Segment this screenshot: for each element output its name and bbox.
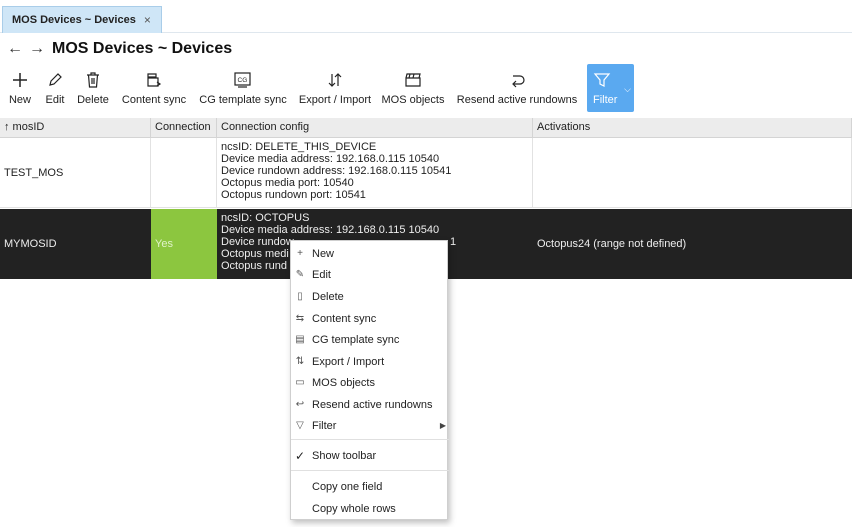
submenu-arrow-icon: ▶ bbox=[439, 421, 446, 430]
menu-item-label: Copy whole rows bbox=[312, 502, 396, 515]
clapperboard-icon: ▭ bbox=[295, 377, 305, 388]
menu-item-label: New bbox=[312, 247, 335, 260]
resend-active-rundowns-button[interactable]: Resend active rundowns bbox=[454, 64, 580, 112]
back-arrow-icon[interactable]: ← bbox=[4, 40, 26, 58]
menu-separator bbox=[291, 439, 449, 440]
plus-icon bbox=[11, 69, 29, 91]
column-header-mosid[interactable]: ↑ mosID bbox=[0, 118, 151, 138]
filter-button[interactable]: Filter ⌵ bbox=[587, 64, 634, 112]
config-line: Device media address: 192.168.0.115 1054… bbox=[221, 153, 440, 165]
config-line: ncsID: OCTOPUS bbox=[221, 212, 310, 224]
trash-icon bbox=[85, 69, 101, 91]
delete-button[interactable]: Delete bbox=[74, 64, 112, 112]
config-line: ncsID: DELETE_THIS_DEVICE bbox=[221, 141, 377, 153]
resend-label: Resend active rundowns bbox=[456, 94, 578, 106]
menu-item-label: Resend active rundowns bbox=[312, 398, 433, 411]
export-import-button[interactable]: Export / Import bbox=[296, 64, 374, 112]
config-line: Octopus media port: 10540 bbox=[221, 177, 354, 189]
menu-separator bbox=[291, 470, 449, 471]
content-sync-icon bbox=[145, 69, 163, 91]
content-sync-label: Content sync bbox=[121, 94, 187, 106]
svg-text:CG: CG bbox=[238, 77, 248, 84]
trash-icon: ▯ bbox=[297, 291, 303, 302]
menu-item-edit[interactable]: ✎ Edit bbox=[291, 264, 449, 285]
mos-objects-label: MOS objects bbox=[381, 94, 445, 106]
column-header-activations[interactable]: Activations bbox=[533, 118, 852, 138]
filter-icon bbox=[593, 69, 611, 91]
filter-icon: ▽ bbox=[296, 420, 304, 431]
menu-item-resend-active-rundowns[interactable]: ↩ Resend active rundowns bbox=[291, 394, 449, 415]
page-title: MOS Devices ~ Devices bbox=[52, 40, 233, 57]
cell-connection-config: ncsID: DELETE_THIS_DEVICE Device media a… bbox=[217, 138, 533, 208]
cg-template-icon: CG bbox=[233, 69, 253, 91]
menu-item-new[interactable]: + New bbox=[291, 243, 449, 264]
tab-label: MOS Devices ~ Devices bbox=[12, 14, 136, 26]
context-menu: + New ✎ Edit ▯ Delete ⇆ Content sync ▤ C… bbox=[290, 240, 449, 520]
cell-mosid: TEST_MOS bbox=[0, 138, 151, 208]
menu-item-label: CG template sync bbox=[312, 333, 400, 346]
clapperboard-icon bbox=[404, 69, 422, 91]
mos-objects-button[interactable]: MOS objects bbox=[379, 64, 447, 112]
plus-icon: + bbox=[297, 248, 303, 259]
export-import-label: Export / Import bbox=[298, 94, 372, 106]
return-arrow-icon: ↩ bbox=[295, 399, 305, 410]
menu-item-label: Copy one field bbox=[312, 480, 383, 493]
cell-connection: Yes bbox=[151, 209, 217, 279]
menu-item-label: Filter bbox=[312, 419, 337, 432]
sort-arrows-icon bbox=[327, 69, 343, 91]
pencil-icon: ✎ bbox=[295, 269, 305, 280]
menu-item-label: Show toolbar bbox=[312, 449, 377, 462]
column-header-connection-config[interactable]: Connection config bbox=[217, 118, 533, 138]
cg-template-sync-label: CG template sync bbox=[199, 94, 287, 106]
new-label: New bbox=[8, 94, 31, 106]
close-icon[interactable]: × bbox=[144, 13, 151, 27]
config-line: Device media address: 192.168.0.115 1054… bbox=[221, 224, 440, 236]
title-bar: ← → MOS Devices ~ Devices bbox=[0, 36, 852, 62]
menu-item-mos-objects[interactable]: ▭ MOS objects bbox=[291, 372, 449, 393]
menu-item-label: Delete bbox=[312, 290, 344, 303]
content-sync-icon: ⇆ bbox=[295, 313, 305, 324]
menu-item-show-toolbar[interactable]: ✓ Show toolbar bbox=[291, 445, 449, 466]
filter-label: Filter bbox=[593, 94, 618, 106]
menu-item-label: Content sync bbox=[312, 312, 377, 325]
menu-item-copy-one-field[interactable]: Copy one field bbox=[291, 476, 449, 497]
menu-item-export-import[interactable]: ⇅ Export / Import bbox=[291, 351, 449, 372]
return-arrow-icon bbox=[508, 69, 526, 91]
checkmark-icon: ✓ bbox=[294, 448, 306, 463]
pencil-icon bbox=[47, 69, 63, 91]
menu-item-content-sync[interactable]: ⇆ Content sync bbox=[291, 308, 449, 329]
new-button[interactable]: New bbox=[6, 64, 34, 112]
cg-template-icon: ▤ bbox=[295, 334, 305, 345]
column-header-connection[interactable]: Connection bbox=[151, 118, 217, 138]
tab-mos-devices[interactable]: MOS Devices ~ Devices × bbox=[2, 6, 162, 33]
edit-label: Edit bbox=[45, 94, 65, 106]
menu-item-label: MOS objects bbox=[312, 376, 375, 389]
menu-item-label: Edit bbox=[312, 268, 331, 281]
cell-activations bbox=[533, 138, 852, 208]
cell-activations: Octopus24 (range not defined) bbox=[533, 209, 852, 279]
delete-label: Delete bbox=[77, 94, 109, 106]
forward-arrow-icon[interactable]: → bbox=[26, 40, 48, 58]
menu-item-cg-template-sync[interactable]: ▤ CG template sync bbox=[291, 329, 449, 350]
cell-mosid: MYMOSID bbox=[0, 209, 151, 279]
chevron-down-icon[interactable]: ⌵ bbox=[624, 84, 631, 95]
menu-item-copy-whole-rows[interactable]: Copy whole rows bbox=[291, 498, 449, 519]
cg-template-sync-button[interactable]: CG CG template sync bbox=[196, 64, 290, 112]
toolbar: New Edit Delete Content sync CG CG templ… bbox=[0, 64, 852, 114]
content-sync-button[interactable]: Content sync bbox=[119, 64, 189, 112]
menu-item-delete[interactable]: ▯ Delete bbox=[291, 286, 449, 307]
menu-item-label: Export / Import bbox=[312, 355, 385, 368]
edit-button[interactable]: Edit bbox=[42, 64, 68, 112]
sort-arrows-icon: ⇅ bbox=[295, 356, 305, 367]
menu-item-filter[interactable]: ▽ Filter ▶ bbox=[291, 415, 449, 436]
config-line-tail: 1 bbox=[450, 236, 457, 248]
tab-strip: MOS Devices ~ Devices × bbox=[0, 0, 852, 33]
config-line: Device rundown address: 192.168.0.115 10… bbox=[221, 165, 452, 177]
cell-connection bbox=[151, 138, 217, 208]
config-line: Octopus rundown port: 10541 bbox=[221, 189, 366, 201]
